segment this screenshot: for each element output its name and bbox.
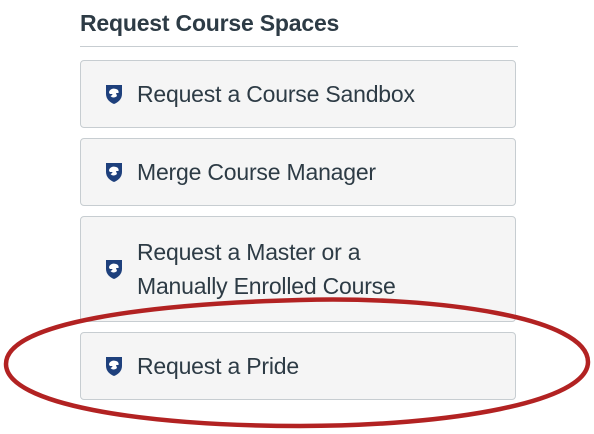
request-pride-button[interactable]: Request a Pride — [80, 332, 516, 400]
button-label: Request a Course Sandbox — [137, 80, 415, 107]
section-title: Request Course Spaces — [80, 10, 340, 36]
button-label-line: Request a Master or a — [137, 238, 361, 265]
psu-shield-icon — [103, 355, 125, 377]
button-label-line: Manually Enrolled Course — [137, 273, 396, 299]
button-label: Request a Pride — [137, 352, 299, 379]
merge-course-manager-button[interactable]: Merge Course Manager — [80, 138, 516, 206]
psu-shield-icon — [103, 258, 125, 280]
psu-shield-icon — [103, 161, 125, 183]
psu-shield-icon — [103, 83, 125, 105]
request-course-spaces-panel: Request Course Spaces Request a Course S… — [0, 0, 594, 434]
request-course-sandbox-button[interactable]: Request a Course Sandbox — [80, 60, 516, 128]
button-label: Merge Course Manager — [137, 158, 376, 185]
button-label: Request a Master or a Manually Enrolled … — [137, 235, 396, 304]
section-divider — [80, 46, 518, 47]
request-master-or-manual-course-button[interactable]: Request a Master or a Manually Enrolled … — [80, 216, 516, 322]
